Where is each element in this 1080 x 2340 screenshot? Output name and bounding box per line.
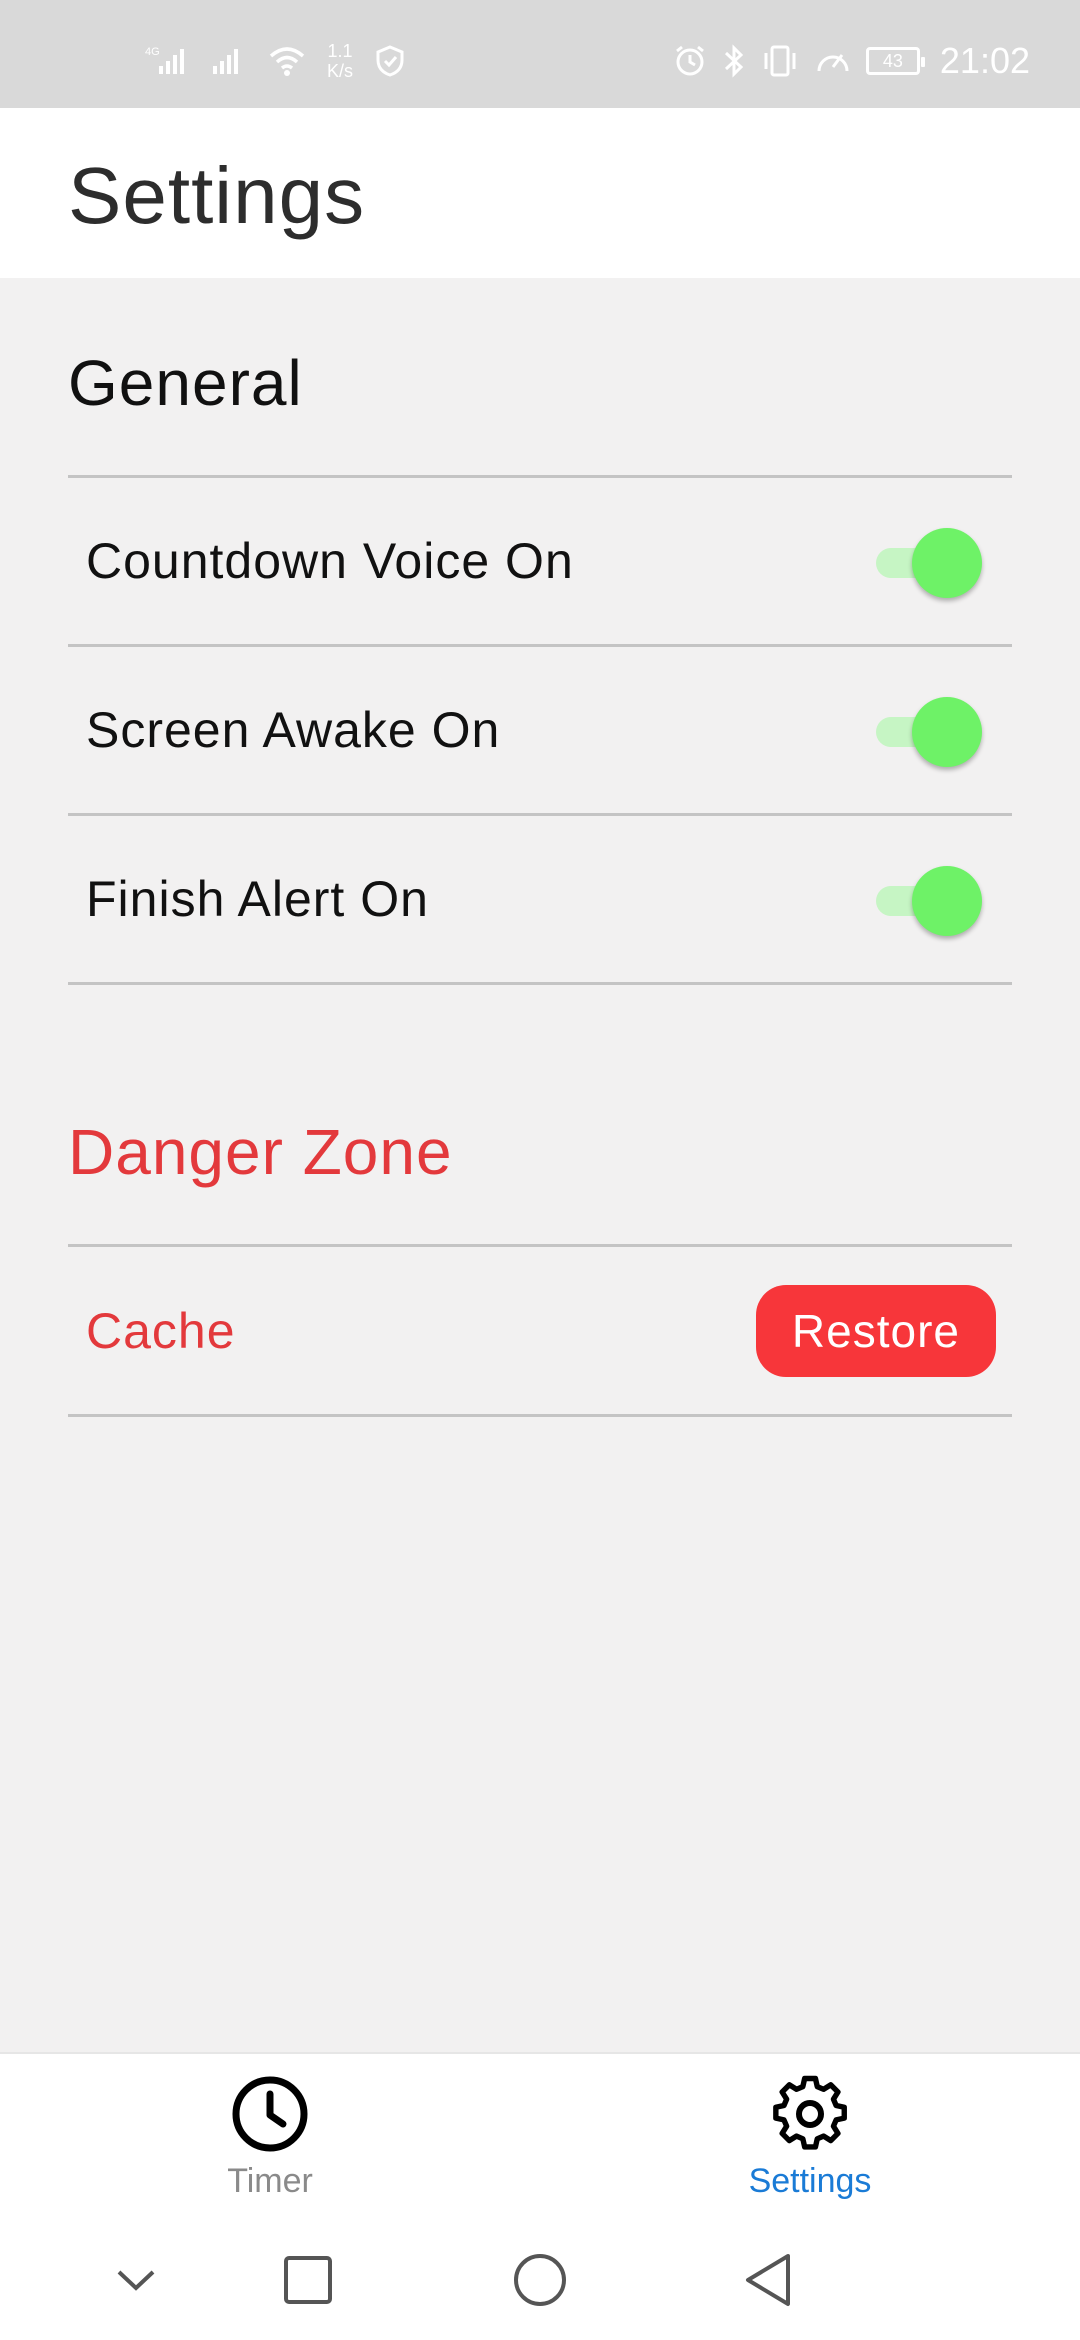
speed-icon [817,54,849,72]
finish-alert-toggle[interactable] [872,864,982,936]
settings-content: General Countdown Voice On Screen Awake … [68,278,1012,1417]
countdown-voice-toggle[interactable] [872,526,982,598]
toggle-thumb [912,528,982,598]
cache-label: Cache [86,1302,236,1359]
bluetooth-icon [724,44,744,78]
section-title-danger-zone: Danger Zone [68,1075,1012,1247]
status-bar-left: 4G 1.1 K/s [145,36,407,86]
square-icon [284,2256,332,2304]
clock-time: 21:02 [939,40,1030,81]
status-bar: 4G 1.1 K/s 43 21:02 [0,0,1080,108]
tab-timer[interactable]: Timer [120,2054,420,2224]
app-header: Settings [0,108,1080,278]
triangle-back-icon [746,2254,790,2306]
alarm-icon [675,45,704,76]
wifi-icon [269,47,305,76]
battery-level: 43 [882,50,903,71]
toggle-thumb [912,697,982,767]
gear-icon [773,2075,847,2150]
setting-row-countdown-voice: Countdown Voice On [68,478,1012,647]
restore-button[interactable]: Restore [755,1284,996,1377]
clock-icon [232,2076,308,2152]
nav-recents-button[interactable] [268,2240,348,2320]
bottom-tab-bar: Timer Settings [0,2052,1080,2222]
status-bar-right: 43 21:02 [672,36,1030,86]
setting-label: Finish Alert On [86,871,429,927]
network-speed-unit: K/s [327,61,354,81]
nav-home-button[interactable] [500,2240,580,2320]
setting-label: Screen Awake On [86,702,501,758]
system-navigation-bar [0,2222,1080,2340]
section-title-general: General [68,278,1012,478]
screen-awake-toggle[interactable] [872,695,982,767]
tab-settings[interactable]: Settings [660,2054,960,2224]
tab-label-timer: Timer [227,2162,313,2200]
shield-icon [376,45,404,77]
vibrate-icon [764,45,796,77]
nav-collapse-button[interactable] [96,2240,176,2320]
toggle-thumb [912,866,982,936]
battery-icon: 43 [865,47,925,75]
signal-4g-icon: 4G [145,46,184,74]
page-title: Settings [68,151,366,240]
svg-text:4G: 4G [145,46,160,58]
setting-label: Countdown Voice On [86,533,574,589]
setting-row-cache: Cache Restore [68,1247,1012,1417]
chevron-down-icon [117,2270,155,2291]
nav-back-button[interactable] [728,2240,808,2320]
network-speed: 1.1 K/s [327,41,353,81]
signal-icon [213,49,238,74]
circle-icon [514,2254,566,2306]
network-speed-value: 1.1 [327,41,353,61]
setting-row-screen-awake: Screen Awake On [68,647,1012,816]
tab-label-settings: Settings [748,2162,872,2200]
setting-row-finish-alert: Finish Alert On [68,816,1012,985]
